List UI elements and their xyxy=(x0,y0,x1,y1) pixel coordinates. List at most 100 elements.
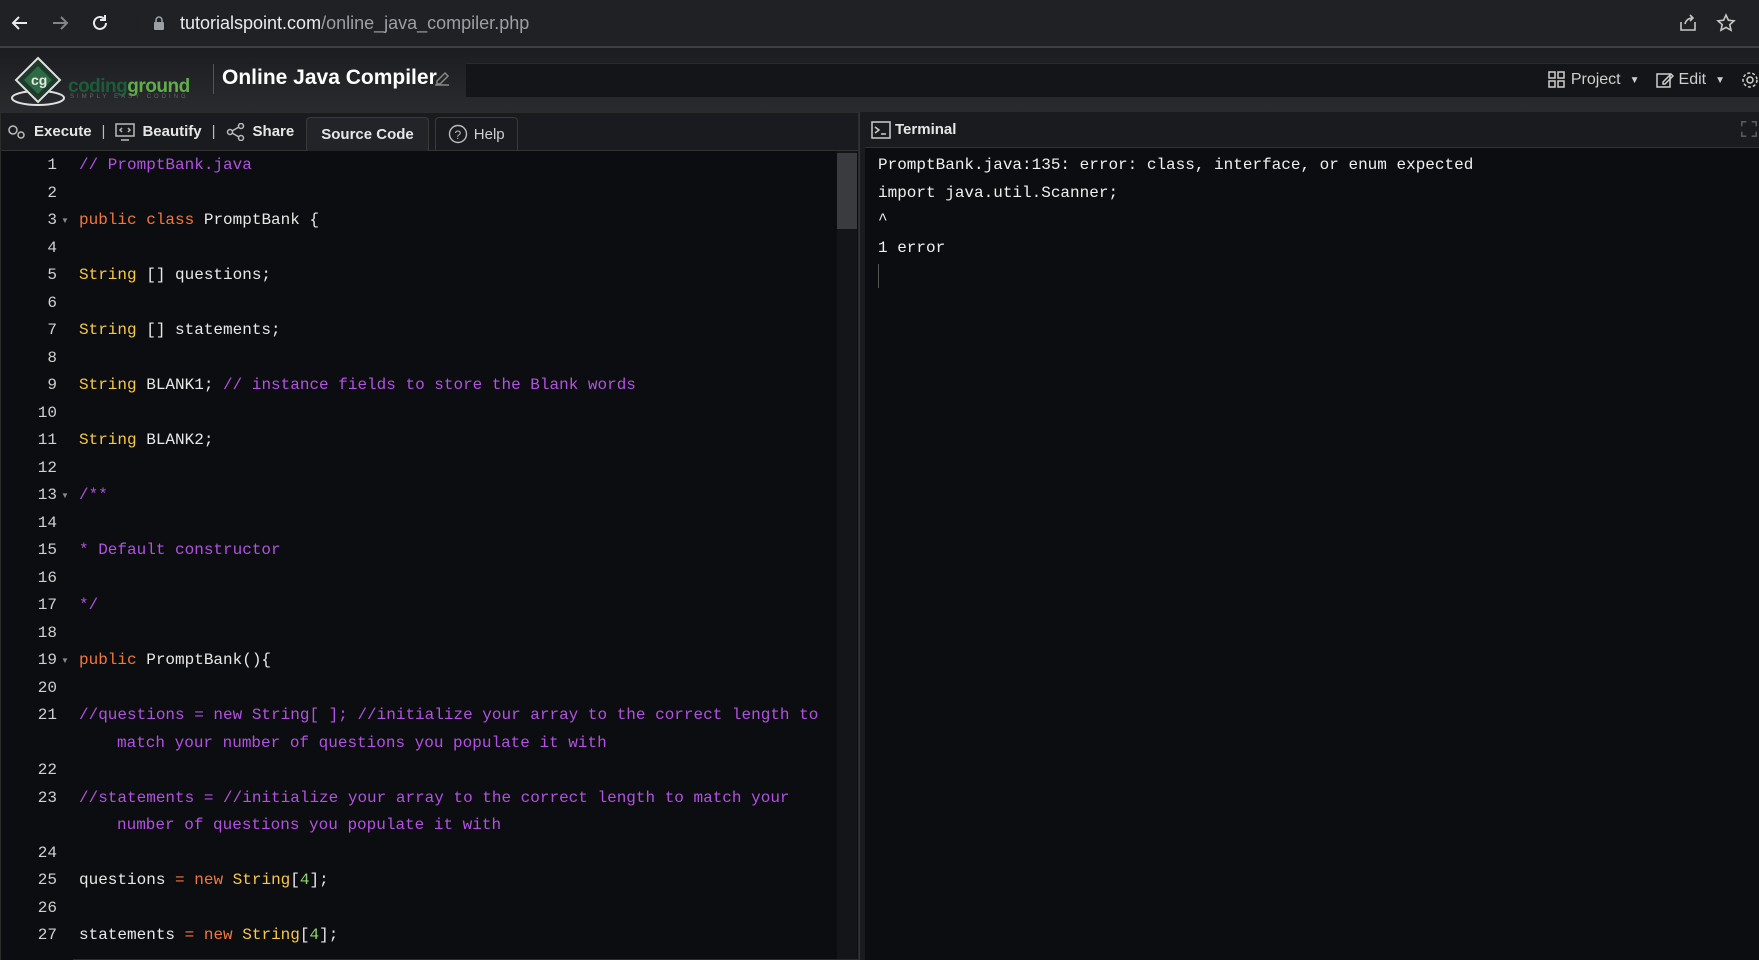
page-title: Online Java Compiler xyxy=(222,66,437,89)
line-number: 25 xyxy=(37,871,57,889)
tab-help[interactable]: ? Help xyxy=(434,116,518,151)
reload-button[interactable] xyxy=(80,0,120,46)
grid-icon xyxy=(1548,71,1565,88)
project-label: Project xyxy=(1570,71,1621,88)
tab-source-code[interactable]: Source Code xyxy=(306,116,429,151)
line-number: 1 xyxy=(47,156,57,174)
line-number: 13 xyxy=(37,486,57,504)
chevron-down-icon: ▼ xyxy=(1715,74,1725,86)
toolbar-separator: | xyxy=(211,123,216,140)
chevron-down-icon: ▼ xyxy=(1629,74,1640,86)
terminal-pane: Terminal PromptBank.java:135: error: cla… xyxy=(865,112,1759,960)
reload-icon xyxy=(93,15,107,30)
back-button[interactable] xyxy=(0,0,40,46)
line-number: 22 xyxy=(37,761,57,779)
line-number: 27 xyxy=(37,926,57,944)
code-area[interactable]: // PromptBank.java public class PromptBan… xyxy=(79,152,819,960)
code-token: String xyxy=(79,431,137,449)
fold-toggle-icon[interactable]: ▼ xyxy=(61,207,69,235)
gear-icon xyxy=(1742,72,1758,88)
editor-scroll-thumb[interactable] xyxy=(837,153,857,229)
code-line: String [] statements; xyxy=(79,317,819,345)
line-number: 2 xyxy=(47,183,57,202)
code-line: public PromptBank(){ xyxy=(79,647,819,675)
line-number: 26 xyxy=(37,898,57,917)
star-icon[interactable] xyxy=(1716,13,1736,33)
share-icon[interactable] xyxy=(1678,13,1698,33)
code-token: * Default constructor xyxy=(79,541,281,559)
forward-arrow-icon xyxy=(53,16,69,30)
editor-scrollbar[interactable] xyxy=(837,151,857,959)
line-number: 19 xyxy=(37,651,57,669)
lock-icon xyxy=(154,16,164,30)
code-token: 4 xyxy=(309,926,320,944)
forward-button[interactable] xyxy=(40,0,80,46)
code-token: ]; xyxy=(319,926,339,944)
editor-pane: Execute | Beautify | Share Source Code ?… xyxy=(0,112,859,960)
code-token: //questions = new String[ ]; //initializ… xyxy=(79,706,819,724)
fold-toggle-icon[interactable]: ▼ xyxy=(61,647,69,675)
edit-icon xyxy=(1655,72,1674,88)
edit-title-icon[interactable] xyxy=(432,68,452,88)
code-line: String BLANK2; xyxy=(79,427,819,455)
back-arrow-icon xyxy=(11,16,27,30)
code-token-wrapped: match your number of questions you popul… xyxy=(117,733,607,752)
share-button[interactable]: Share xyxy=(220,113,301,151)
share-nodes-icon xyxy=(226,122,244,141)
terminal-icon xyxy=(871,120,891,139)
project-menu[interactable]: Project ▼ xyxy=(1548,71,1640,89)
fold-toggle-icon[interactable]: ▼ xyxy=(61,482,69,510)
codingground-logo[interactable]: cg codingground SIMPLY EASY CODING xyxy=(8,54,208,108)
svg-text:?: ? xyxy=(454,128,461,142)
line-number: 7 xyxy=(47,321,57,339)
code-token: new xyxy=(203,926,233,944)
browser-toolbar: tutorialspoint.com/online_java_compiler.… xyxy=(0,0,1759,46)
execute-button[interactable]: Execute xyxy=(1,113,98,151)
terminal-output[interactable]: PromptBank.java:135: error: class, inter… xyxy=(878,152,1748,288)
code-token: /** xyxy=(79,486,108,504)
code-token: PromptBank { xyxy=(194,211,320,229)
header-separator xyxy=(213,64,214,94)
edit-label: Edit xyxy=(1678,71,1707,88)
header-menu: Project ▼ Edit ▼ xyxy=(1548,67,1759,93)
code-token: */ xyxy=(79,596,99,614)
address-bar[interactable]: tutorialspoint.com/online_java_compiler.… xyxy=(136,7,1736,39)
code-token: BLANK2; xyxy=(136,431,214,449)
settings-button[interactable] xyxy=(1741,71,1759,89)
expand-icon[interactable] xyxy=(1739,120,1759,138)
code-token-wrapped: number of questions you populate it with xyxy=(117,816,502,834)
execute-label: Execute xyxy=(34,123,92,140)
beautify-button[interactable]: Beautify xyxy=(109,113,207,151)
code-line: /** xyxy=(79,482,819,510)
help-label: Help xyxy=(473,125,505,143)
terminal-line: ^ xyxy=(878,211,888,229)
code-line: questions = new String[4]; xyxy=(79,867,819,895)
terminal-line: PromptBank.java:135: error: class, inter… xyxy=(878,156,1474,174)
code-token: [] questions; xyxy=(136,266,272,284)
code-token: new xyxy=(194,871,224,889)
line-number: 21 xyxy=(37,706,57,724)
code-line: statements = new String[4]; xyxy=(79,922,819,950)
line-number: 15 xyxy=(37,541,57,559)
code-editor[interactable]: 1 2 3 ▼ 4 5 6 7 8 9 10 11 12 13 ▼ 14 15 16 17 18 19 ▼ 20 21 22 23… xyxy=(1,152,858,960)
code-token: [] statements; xyxy=(136,321,281,339)
code-line: String BLANK1; // instance fields to sto… xyxy=(79,372,819,400)
code-token: PromptBank(){ xyxy=(136,651,272,669)
edit-menu[interactable]: Edit ▼ xyxy=(1655,71,1725,89)
url-host: tutorialspoint.com xyxy=(180,12,322,33)
share-label: Share xyxy=(252,123,295,140)
line-number: 14 xyxy=(37,513,57,532)
beautify-label: Beautify xyxy=(142,123,202,140)
line-number: 5 xyxy=(47,266,57,284)
gears-icon xyxy=(8,124,25,139)
code-token: String xyxy=(242,926,300,944)
